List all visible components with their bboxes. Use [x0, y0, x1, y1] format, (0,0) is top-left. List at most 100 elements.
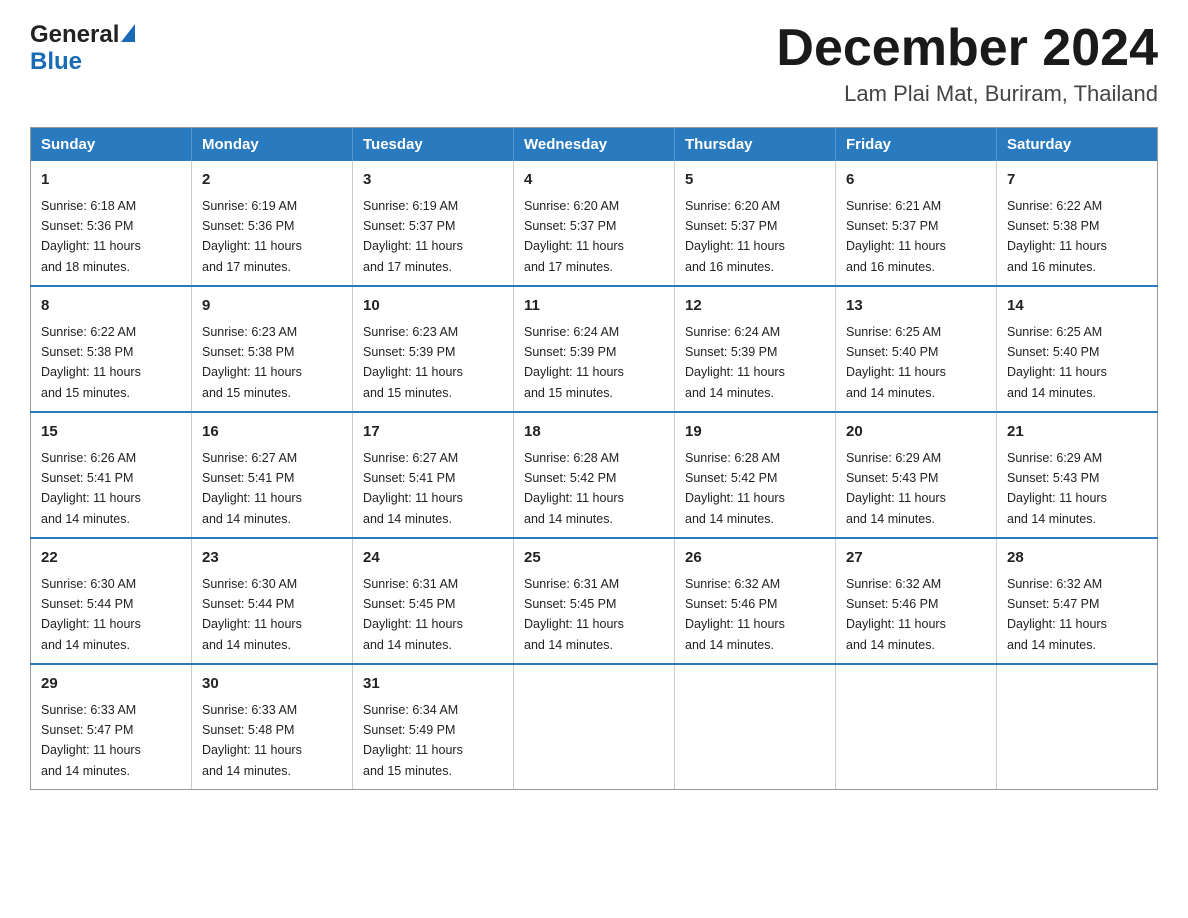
header-saturday: Saturday — [997, 128, 1158, 162]
day-info: Sunrise: 6:33 AMSunset: 5:48 PMDaylight:… — [202, 703, 302, 778]
calendar-day-cell: 10 Sunrise: 6:23 AMSunset: 5:39 PMDaylig… — [353, 286, 514, 412]
calendar-day-cell: 16 Sunrise: 6:27 AMSunset: 5:41 PMDaylig… — [192, 412, 353, 538]
header-monday: Monday — [192, 128, 353, 162]
calendar-week-row: 22 Sunrise: 6:30 AMSunset: 5:44 PMDaylig… — [31, 538, 1158, 664]
day-number: 29 — [41, 673, 181, 696]
day-info: Sunrise: 6:29 AMSunset: 5:43 PMDaylight:… — [1007, 451, 1107, 526]
calendar-day-cell: 18 Sunrise: 6:28 AMSunset: 5:42 PMDaylig… — [514, 412, 675, 538]
day-info: Sunrise: 6:31 AMSunset: 5:45 PMDaylight:… — [363, 577, 463, 652]
day-info: Sunrise: 6:30 AMSunset: 5:44 PMDaylight:… — [202, 577, 302, 652]
calendar-day-cell: 12 Sunrise: 6:24 AMSunset: 5:39 PMDaylig… — [675, 286, 836, 412]
calendar-table: SundayMondayTuesdayWednesdayThursdayFrid… — [30, 127, 1158, 790]
day-info: Sunrise: 6:20 AMSunset: 5:37 PMDaylight:… — [524, 199, 624, 274]
calendar-day-cell: 29 Sunrise: 6:33 AMSunset: 5:47 PMDaylig… — [31, 664, 192, 790]
day-number: 14 — [1007, 295, 1147, 318]
day-info: Sunrise: 6:19 AMSunset: 5:36 PMDaylight:… — [202, 199, 302, 274]
header-friday: Friday — [836, 128, 997, 162]
calendar-day-cell: 4 Sunrise: 6:20 AMSunset: 5:37 PMDayligh… — [514, 161, 675, 286]
logo-blue-text: Blue — [30, 48, 82, 75]
day-info: Sunrise: 6:30 AMSunset: 5:44 PMDaylight:… — [41, 577, 141, 652]
day-info: Sunrise: 6:34 AMSunset: 5:49 PMDaylight:… — [363, 703, 463, 778]
day-info: Sunrise: 6:20 AMSunset: 5:37 PMDaylight:… — [685, 199, 785, 274]
logo-general-text: General — [30, 20, 135, 48]
day-number: 5 — [685, 169, 825, 192]
day-info: Sunrise: 6:26 AMSunset: 5:41 PMDaylight:… — [41, 451, 141, 526]
month-title: December 2024 — [776, 20, 1158, 77]
title-area: December 2024 Lam Plai Mat, Buriram, Tha… — [776, 20, 1158, 107]
calendar-day-cell: 5 Sunrise: 6:20 AMSunset: 5:37 PMDayligh… — [675, 161, 836, 286]
day-number: 4 — [524, 169, 664, 192]
calendar-day-cell: 13 Sunrise: 6:25 AMSunset: 5:40 PMDaylig… — [836, 286, 997, 412]
day-number: 24 — [363, 547, 503, 570]
day-number: 19 — [685, 421, 825, 444]
day-number: 25 — [524, 547, 664, 570]
day-number: 10 — [363, 295, 503, 318]
day-number: 26 — [685, 547, 825, 570]
calendar-empty-cell — [675, 664, 836, 790]
day-info: Sunrise: 6:27 AMSunset: 5:41 PMDaylight:… — [363, 451, 463, 526]
day-number: 15 — [41, 421, 181, 444]
day-info: Sunrise: 6:32 AMSunset: 5:47 PMDaylight:… — [1007, 577, 1107, 652]
day-number: 16 — [202, 421, 342, 444]
calendar-day-cell: 31 Sunrise: 6:34 AMSunset: 5:49 PMDaylig… — [353, 664, 514, 790]
day-number: 6 — [846, 169, 986, 192]
day-number: 30 — [202, 673, 342, 696]
calendar-day-cell: 11 Sunrise: 6:24 AMSunset: 5:39 PMDaylig… — [514, 286, 675, 412]
header-wednesday: Wednesday — [514, 128, 675, 162]
calendar-empty-cell — [997, 664, 1158, 790]
day-number: 3 — [363, 169, 503, 192]
day-info: Sunrise: 6:29 AMSunset: 5:43 PMDaylight:… — [846, 451, 946, 526]
calendar-week-row: 1 Sunrise: 6:18 AMSunset: 5:36 PMDayligh… — [31, 161, 1158, 286]
logo-triangle-icon — [121, 24, 135, 42]
calendar-week-row: 15 Sunrise: 6:26 AMSunset: 5:41 PMDaylig… — [31, 412, 1158, 538]
calendar-day-cell: 23 Sunrise: 6:30 AMSunset: 5:44 PMDaylig… — [192, 538, 353, 664]
calendar-empty-cell — [836, 664, 997, 790]
day-number: 12 — [685, 295, 825, 318]
calendar-day-cell: 17 Sunrise: 6:27 AMSunset: 5:41 PMDaylig… — [353, 412, 514, 538]
day-number: 18 — [524, 421, 664, 444]
day-info: Sunrise: 6:25 AMSunset: 5:40 PMDaylight:… — [846, 325, 946, 400]
day-number: 2 — [202, 169, 342, 192]
day-info: Sunrise: 6:18 AMSunset: 5:36 PMDaylight:… — [41, 199, 141, 274]
day-number: 8 — [41, 295, 181, 318]
day-number: 28 — [1007, 547, 1147, 570]
day-number: 9 — [202, 295, 342, 318]
day-number: 23 — [202, 547, 342, 570]
day-number: 13 — [846, 295, 986, 318]
day-info: Sunrise: 6:27 AMSunset: 5:41 PMDaylight:… — [202, 451, 302, 526]
page-header: General Blue December 2024 Lam Plai Mat,… — [30, 20, 1158, 107]
header-tuesday: Tuesday — [353, 128, 514, 162]
day-info: Sunrise: 6:21 AMSunset: 5:37 PMDaylight:… — [846, 199, 946, 274]
calendar-day-cell: 3 Sunrise: 6:19 AMSunset: 5:37 PMDayligh… — [353, 161, 514, 286]
logo: General Blue — [30, 20, 135, 76]
day-info: Sunrise: 6:23 AMSunset: 5:39 PMDaylight:… — [363, 325, 463, 400]
calendar-day-cell: 28 Sunrise: 6:32 AMSunset: 5:47 PMDaylig… — [997, 538, 1158, 664]
day-number: 7 — [1007, 169, 1147, 192]
calendar-day-cell: 7 Sunrise: 6:22 AMSunset: 5:38 PMDayligh… — [997, 161, 1158, 286]
calendar-day-cell: 22 Sunrise: 6:30 AMSunset: 5:44 PMDaylig… — [31, 538, 192, 664]
calendar-header-row: SundayMondayTuesdayWednesdayThursdayFrid… — [31, 128, 1158, 162]
location-title: Lam Plai Mat, Buriram, Thailand — [776, 81, 1158, 107]
day-number: 20 — [846, 421, 986, 444]
day-number: 27 — [846, 547, 986, 570]
calendar-day-cell: 2 Sunrise: 6:19 AMSunset: 5:36 PMDayligh… — [192, 161, 353, 286]
day-info: Sunrise: 6:19 AMSunset: 5:37 PMDaylight:… — [363, 199, 463, 274]
calendar-day-cell: 19 Sunrise: 6:28 AMSunset: 5:42 PMDaylig… — [675, 412, 836, 538]
day-number: 11 — [524, 295, 664, 318]
calendar-day-cell: 25 Sunrise: 6:31 AMSunset: 5:45 PMDaylig… — [514, 538, 675, 664]
day-number: 17 — [363, 421, 503, 444]
day-number: 1 — [41, 169, 181, 192]
calendar-day-cell: 6 Sunrise: 6:21 AMSunset: 5:37 PMDayligh… — [836, 161, 997, 286]
day-info: Sunrise: 6:32 AMSunset: 5:46 PMDaylight:… — [685, 577, 785, 652]
day-info: Sunrise: 6:32 AMSunset: 5:46 PMDaylight:… — [846, 577, 946, 652]
calendar-day-cell: 15 Sunrise: 6:26 AMSunset: 5:41 PMDaylig… — [31, 412, 192, 538]
day-info: Sunrise: 6:31 AMSunset: 5:45 PMDaylight:… — [524, 577, 624, 652]
calendar-day-cell: 20 Sunrise: 6:29 AMSunset: 5:43 PMDaylig… — [836, 412, 997, 538]
day-info: Sunrise: 6:22 AMSunset: 5:38 PMDaylight:… — [41, 325, 141, 400]
day-number: 31 — [363, 673, 503, 696]
calendar-day-cell: 1 Sunrise: 6:18 AMSunset: 5:36 PMDayligh… — [31, 161, 192, 286]
day-info: Sunrise: 6:22 AMSunset: 5:38 PMDaylight:… — [1007, 199, 1107, 274]
day-number: 22 — [41, 547, 181, 570]
calendar-day-cell: 9 Sunrise: 6:23 AMSunset: 5:38 PMDayligh… — [192, 286, 353, 412]
calendar-day-cell: 30 Sunrise: 6:33 AMSunset: 5:48 PMDaylig… — [192, 664, 353, 790]
